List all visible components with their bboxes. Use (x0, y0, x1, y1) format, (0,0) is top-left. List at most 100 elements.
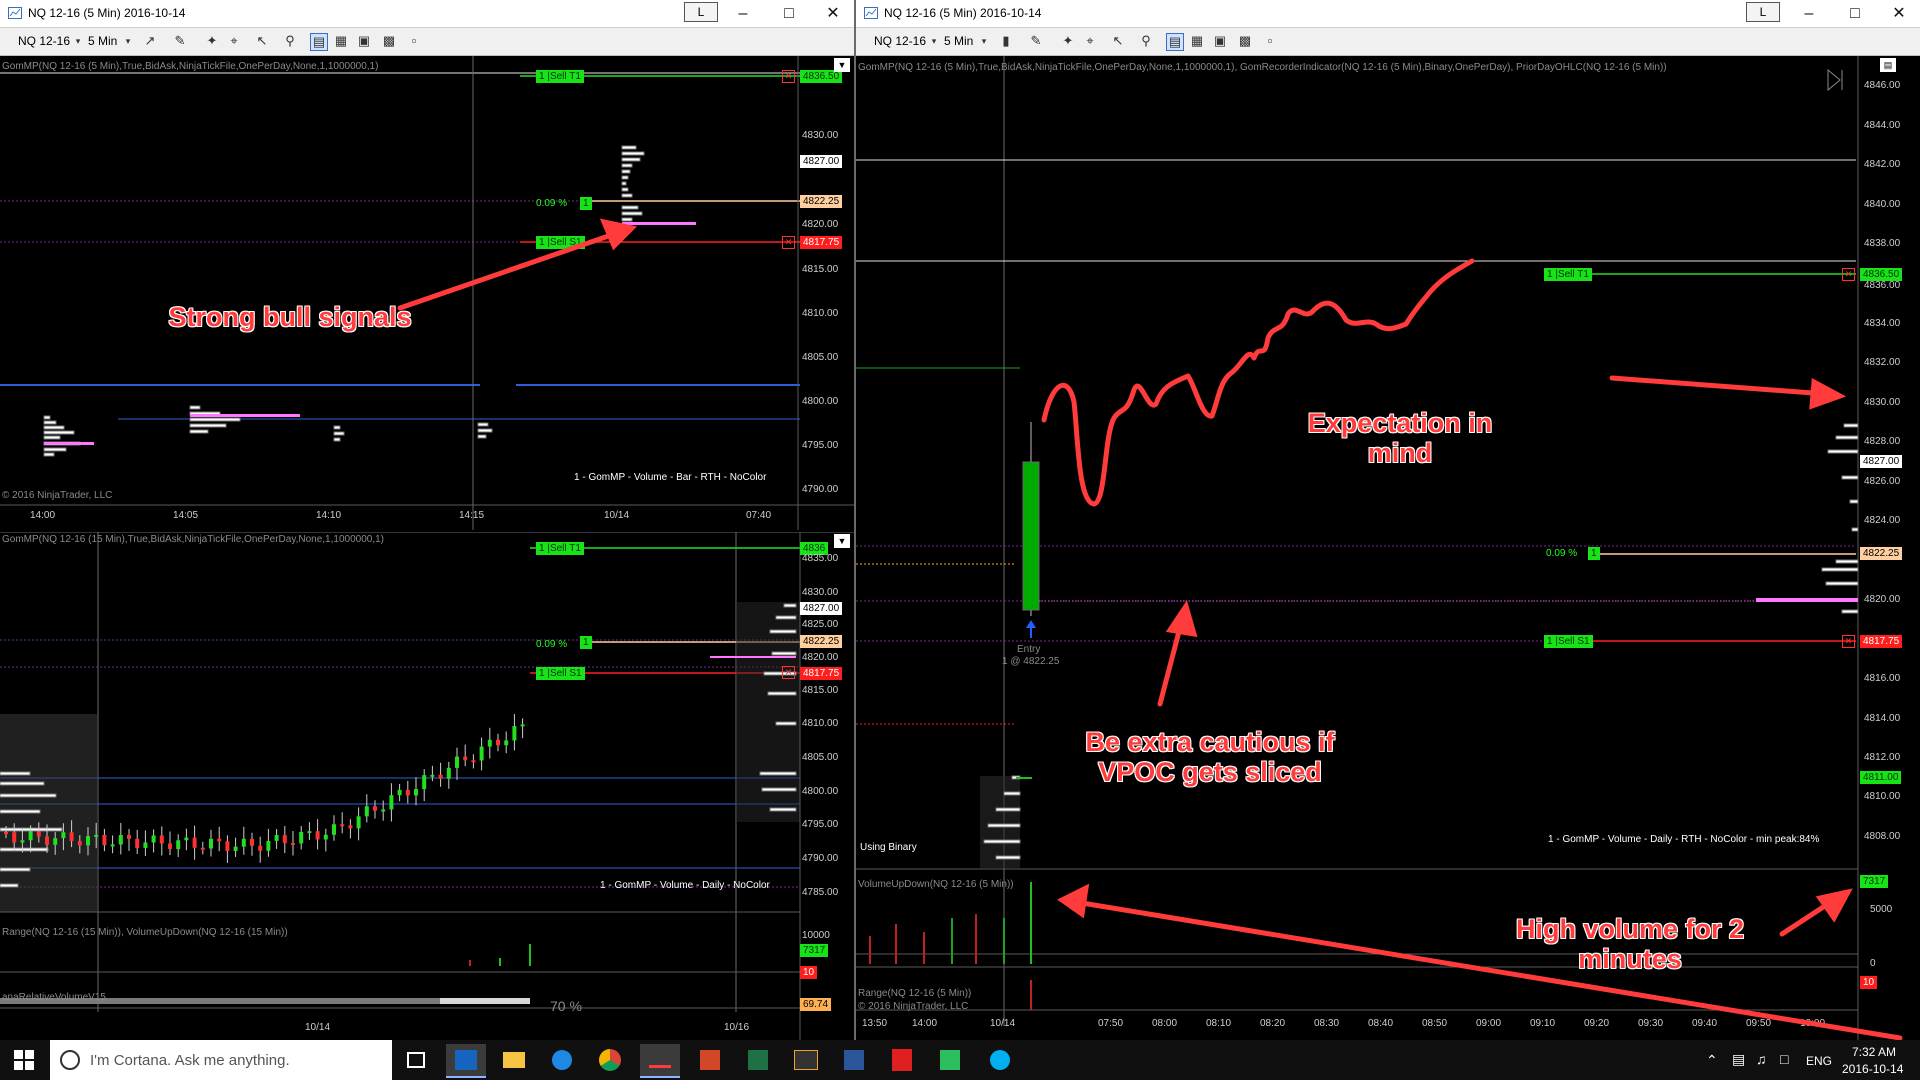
clock-date[interactable]: 2016-10-14 (1842, 1062, 1903, 1076)
price-tick: 4814.00 (1864, 713, 1901, 724)
price-tick: 4838.00 (1864, 238, 1901, 249)
right-main-chart[interactable]: GomMP(NQ 12-16 (5 Min),True,BidAsk,Ninja… (856, 56, 1920, 1040)
magic-wand-icon[interactable]: ✦ (204, 33, 220, 49)
price-tick: 4826.00 (1864, 476, 1901, 487)
price-tick: 4785.00 (802, 887, 839, 898)
interval-selector[interactable]: 5 Min (88, 34, 117, 48)
close-button[interactable]: ✕ (1876, 0, 1920, 27)
close-order-icon[interactable]: ✕ (1842, 635, 1855, 648)
panel-menu-icon[interactable]: ▤ (1880, 58, 1896, 72)
data-box-icon[interactable]: ▩ (1237, 33, 1253, 49)
line-chart-style-icon[interactable]: ↗ (142, 33, 158, 49)
pointer-tool-icon[interactable]: ↖ (1110, 33, 1126, 49)
strategies-icon[interactable]: ▦ (333, 33, 349, 49)
indicators-icon[interactable]: ▤ (1166, 33, 1184, 51)
candle-body (332, 824, 336, 835)
chrome-icon[interactable] (590, 1044, 630, 1076)
annotation-high-volume: High volume for 2 minutes (1515, 914, 1745, 974)
chevron-down-icon[interactable]: ▾ (120, 33, 136, 49)
bottom-chart-canvas (0, 532, 854, 1040)
zoom-icon[interactable]: ⚲ (282, 33, 298, 49)
evernote-icon[interactable] (930, 1044, 970, 1076)
candle-body (233, 846, 238, 851)
properties-icon[interactable]: ▣ (1212, 33, 1228, 49)
maximize-button[interactable]: □ (1832, 0, 1878, 27)
candle-body (422, 775, 427, 790)
powerpoint-icon[interactable] (690, 1044, 730, 1076)
instrument-selector[interactable]: NQ 12-16 (874, 34, 926, 48)
close-button[interactable]: ✕ (810, 0, 854, 27)
indicators-icon[interactable]: ▤ (310, 33, 328, 51)
top-chart-canvas[interactable] (0, 56, 854, 530)
price-axis[interactable]: 4836.50 4830.00 4827.00 4822.25 4820.00 … (800, 56, 854, 505)
crosshair-tool-icon[interactable]: ⌖ (1082, 33, 1098, 49)
magic-wand-icon[interactable]: ✦ (1060, 33, 1076, 49)
network-icon[interactable]: ▤ (1732, 1051, 1745, 1068)
tws-icon[interactable] (786, 1044, 826, 1076)
top-chart-panel[interactable]: GomMP(NQ 12-16 (5 Min),True,BidAsk,Ninja… (0, 56, 854, 530)
time-axis[interactable]: 13:50 14:00 10/14 07:50 08:00 08:10 08:2… (856, 1016, 1858, 1036)
crosshair-tool-icon[interactable]: ⌖ (226, 33, 242, 49)
link-button[interactable]: L (1746, 2, 1780, 22)
left-titlebar[interactable]: NQ 12-16 (5 Min) 2016-10-14 L – □ ✕ (0, 0, 854, 28)
minimize-button[interactable]: – (1786, 0, 1832, 27)
cortana-search-box[interactable]: I'm Cortana. Ask me anything. (50, 1040, 392, 1080)
instrument-selector[interactable]: NQ 12-16 (18, 34, 70, 48)
candle-body (69, 832, 74, 842)
close-order-icon[interactable]: ✕ (1842, 268, 1855, 281)
price-axis[interactable]: 4846.00 4844.00 4842.00 4840.00 4838.00 … (1860, 56, 1920, 1026)
action-center-icon[interactable]: □ (1780, 1051, 1788, 1067)
data-box-icon[interactable]: ▩ (381, 33, 397, 49)
link-button[interactable]: L (684, 2, 718, 22)
maximize-button[interactable]: □ (766, 0, 812, 27)
price-axis[interactable]: 4836 4835.00 4830.00 4827.00 4825.00 482… (800, 532, 854, 1012)
chevron-down-icon[interactable]: ▾ (976, 33, 992, 49)
close-order-icon[interactable]: ✕ (782, 666, 795, 679)
excel-icon[interactable] (738, 1044, 778, 1076)
time-axis[interactable]: 14:00 14:05 14:10 14:15 10/14 07:40 (0, 508, 800, 528)
file-explorer-icon[interactable] (494, 1044, 534, 1076)
ninjatrader-icon[interactable] (640, 1044, 680, 1078)
time-axis[interactable]: 10/14 10/16 (0, 1020, 800, 1040)
word-icon[interactable] (834, 1044, 874, 1076)
language-indicator[interactable]: ENG (1806, 1054, 1832, 1068)
acrobat-icon[interactable] (882, 1044, 922, 1076)
properties-icon[interactable]: ▣ (356, 33, 372, 49)
skype-icon[interactable] (980, 1044, 1020, 1076)
chevron-down-icon[interactable]: ▾ (926, 33, 942, 49)
volume-profile-current (621, 145, 645, 222)
snapshot-icon[interactable]: ▫ (406, 33, 422, 49)
volume-profile-history (0, 603, 797, 888)
clock-time[interactable]: 7:32 AM (1852, 1045, 1896, 1059)
volume-icon[interactable]: ♫ (1756, 1051, 1767, 1067)
sell-t1-tag: 1 |Sell T1 (536, 70, 584, 83)
snapshot-icon[interactable]: ▫ (1262, 33, 1278, 49)
windows-start-icon[interactable] (14, 1050, 34, 1070)
strategies-icon[interactable]: ▦ (1189, 33, 1205, 49)
search-placeholder: I'm Cortana. Ask me anything. (90, 1052, 290, 1069)
close-order-icon[interactable]: ✕ (782, 236, 795, 249)
edge-icon[interactable] (542, 1044, 582, 1076)
price-tick: 4840.00 (1864, 199, 1901, 210)
pencil-draw-icon[interactable]: ✎ (172, 33, 188, 49)
outlook-icon[interactable] (446, 1044, 486, 1078)
minimize-button[interactable]: – (720, 0, 766, 27)
scroll-arrow-icon[interactable]: ▼ (834, 534, 850, 548)
pointer-tool-icon[interactable]: ↖ (254, 33, 270, 49)
interval-selector[interactable]: 5 Min (944, 34, 973, 48)
candle-body (94, 834, 99, 837)
scroll-arrow-icon[interactable]: ▼ (834, 58, 850, 72)
close-order-icon[interactable]: ✕ (782, 70, 795, 83)
chevron-down-icon[interactable]: ▾ (70, 33, 86, 49)
play-end-icon[interactable] (1827, 68, 1843, 92)
bar-chart-style-icon[interactable]: ▮ (998, 33, 1014, 49)
candle-body (118, 834, 123, 845)
task-view-icon[interactable] (396, 1044, 436, 1076)
price-tick: 4825.00 (802, 619, 839, 630)
zoom-icon[interactable]: ⚲ (1138, 33, 1154, 49)
bottom-chart-panel[interactable]: GomMP(NQ 12-16 (15 Min),True,BidAsk,Ninj… (0, 532, 854, 1040)
tray-chevron-icon[interactable]: ⌃ (1706, 1052, 1718, 1069)
right-titlebar[interactable]: NQ 12-16 (5 Min) 2016-10-14 L – □ ✕ (856, 0, 1920, 28)
pencil-draw-icon[interactable]: ✎ (1028, 33, 1044, 49)
candle-body (159, 835, 164, 844)
